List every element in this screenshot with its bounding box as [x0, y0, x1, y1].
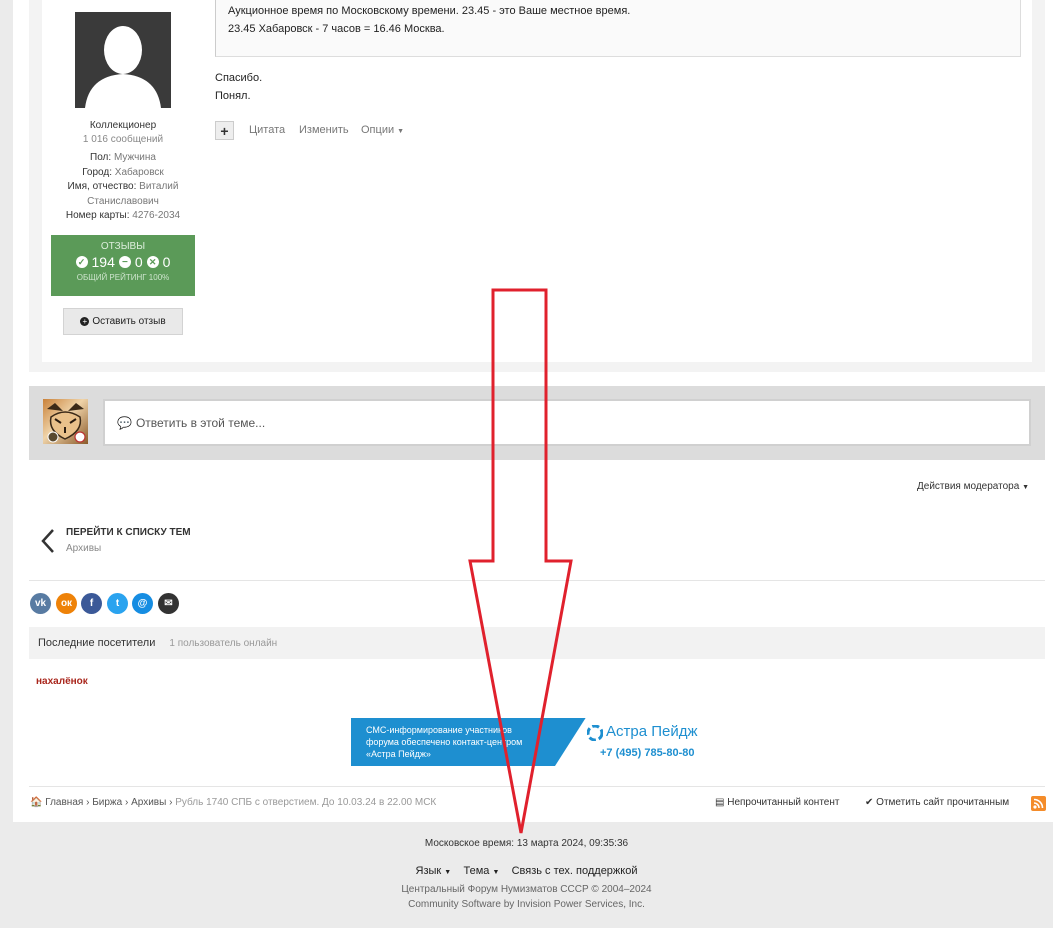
red-arrow-annotation — [468, 288, 573, 834]
